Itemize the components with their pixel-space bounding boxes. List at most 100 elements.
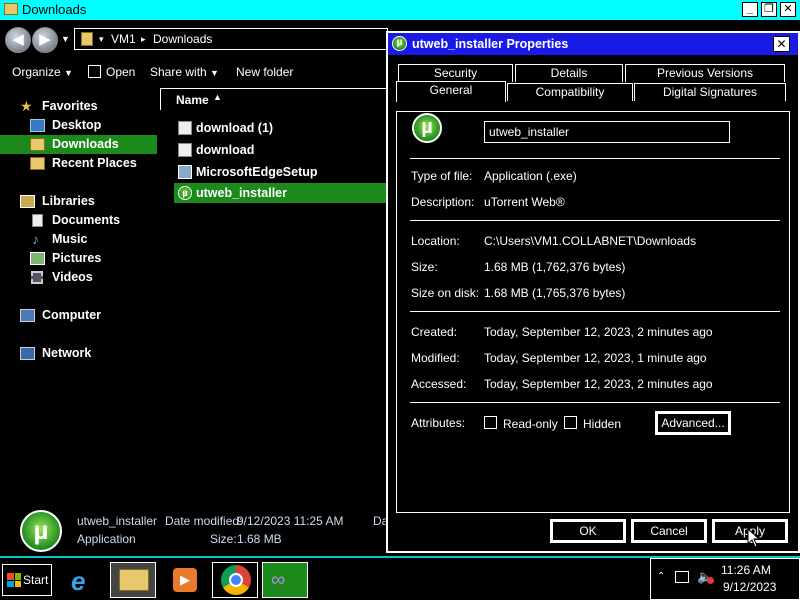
sort-ascending-icon: ▲ [213, 92, 222, 102]
details-size-value: 1.68 MB [237, 532, 282, 546]
file-name: download (1) [196, 121, 274, 135]
close-icon[interactable]: ✕ [773, 36, 790, 52]
separator [410, 402, 780, 403]
cancel-button[interactable]: Cancel [630, 518, 708, 544]
videos-icon [31, 271, 43, 284]
read-only-checkbox[interactable] [484, 416, 497, 429]
organize-button[interactable]: Organize ▼ [12, 65, 73, 79]
utorrent-icon: µ [178, 186, 192, 200]
sidebar-item-music[interactable]: ♪ Music [28, 230, 158, 249]
read-only-label[interactable]: Read-only [503, 417, 558, 431]
internet-explorer-icon[interactable]: e [62, 562, 108, 598]
details-size-label: Size: [210, 532, 237, 546]
advanced-button[interactable]: Advanced... [654, 410, 732, 436]
sidebar-item-videos[interactable]: Videos [28, 268, 158, 287]
explorer-title-bar[interactable]: Downloads _ ❐ ✕ [0, 0, 800, 20]
tab-security[interactable]: Security [398, 64, 513, 82]
command-bar: Organize ▼ Open Share with ▼ New folder [0, 60, 390, 84]
clock-time[interactable]: 11:26 AM [721, 563, 771, 577]
sidebar-item-label: Computer [42, 308, 102, 322]
properties-dialog: µ utweb_installer Properties ✕ Security … [386, 31, 800, 553]
size-value: 1.68 MB (1,762,376 bytes) [484, 260, 626, 274]
tab-compatibility[interactable]: Compatibility [507, 83, 633, 101]
chrome-icon[interactable] [212, 562, 258, 598]
hidden-checkbox[interactable] [564, 416, 577, 429]
close-button[interactable]: ✕ [780, 2, 796, 17]
separator [410, 220, 780, 221]
downloads-folder-icon [30, 138, 45, 151]
tab-general[interactable]: General [396, 81, 506, 102]
sidebar-item-label: Recent Places [52, 156, 137, 170]
file-row-selected[interactable]: µ utweb_installer [174, 183, 386, 203]
accessed-label: Accessed: [411, 377, 467, 391]
file-row[interactable]: download [174, 140, 386, 160]
sidebar-item-documents[interactable]: Documents [28, 211, 158, 230]
open-button[interactable]: Open [106, 65, 135, 79]
dialog-title-bar[interactable]: µ utweb_installer Properties ✕ [388, 33, 798, 55]
sidebar-item-label: Network [42, 346, 92, 360]
file-row[interactable]: download (1) [174, 118, 386, 138]
back-arrow-icon[interactable]: ◀ [5, 27, 31, 53]
sidebar-item-label: Downloads [52, 137, 119, 151]
media-player-icon[interactable]: ▶ [160, 562, 206, 598]
new-folder-button[interactable]: New folder [236, 65, 293, 79]
size-on-disk-label: Size on disk: [411, 286, 480, 300]
column-header-name[interactable]: Name ▲ [160, 88, 388, 110]
start-button[interactable]: Start [2, 564, 52, 596]
ok-button[interactable]: OK [549, 518, 627, 544]
sidebar-item-computer[interactable]: Computer [18, 306, 158, 325]
chevron-down-icon: ▼ [64, 68, 73, 78]
document-icon [178, 143, 192, 157]
details-file-name: utweb_installer [77, 514, 158, 528]
installer-icon [178, 165, 192, 179]
maximize-button[interactable]: ❐ [761, 2, 777, 17]
action-center-icon[interactable] [675, 571, 689, 583]
clock-date[interactable]: 9/12/2023 [723, 580, 776, 594]
mouse-cursor-icon [747, 528, 761, 548]
sidebar-item-network[interactable]: Network [18, 344, 158, 363]
tab-digital-signatures[interactable]: Digital Signatures [634, 83, 786, 101]
sidebar-item-recent-places[interactable]: Recent Places [28, 154, 158, 173]
file-name-input[interactable]: utweb_installer [484, 121, 730, 143]
muted-badge-icon [707, 577, 714, 584]
forward-arrow-icon[interactable]: ▶ [32, 27, 58, 53]
sidebar-item-label: Videos [52, 270, 93, 284]
hidden-label[interactable]: Hidden [583, 417, 621, 431]
tab-details[interactable]: Details [515, 64, 623, 82]
breadcrumb-item[interactable]: Downloads [153, 32, 212, 46]
windows-logo-icon [7, 573, 21, 587]
utorrent-icon: µ [392, 36, 407, 51]
pictures-icon [30, 252, 45, 265]
location-label: Location: [411, 234, 460, 248]
sidebar-item-libraries[interactable]: Libraries [18, 192, 158, 211]
breadcrumb-item[interactable]: VM1 [111, 32, 136, 46]
size-on-disk-value: 1.68 MB (1,765,376 bytes) [484, 286, 626, 300]
breadcrumb-separator-icon: ▸ [141, 34, 146, 44]
sidebar-item-desktop[interactable]: Desktop [28, 116, 158, 135]
show-hidden-icons-icon[interactable]: ⌃ [657, 571, 665, 582]
utorrent-icon: µ [412, 113, 442, 143]
star-icon: ★ [20, 98, 33, 114]
details-date-label: Date modified: [165, 514, 243, 528]
file-name: utweb_installer [196, 186, 287, 200]
address-bar[interactable]: ▾ VM1 ▸ Downloads [74, 28, 388, 50]
sidebar-item-pictures[interactable]: Pictures [28, 249, 158, 268]
file-name: MicrosoftEdgeSetup [196, 165, 318, 179]
file-row[interactable]: MicrosoftEdgeSetup [174, 162, 386, 182]
breadcrumb-separator-icon: ▾ [99, 34, 104, 44]
tab-previous-versions[interactable]: Previous Versions [625, 64, 785, 82]
visual-studio-icon[interactable]: ∞ [262, 562, 308, 598]
sidebar-item-label: Libraries [42, 194, 95, 208]
share-with-button[interactable]: Share with ▼ [150, 65, 219, 79]
separator [410, 311, 780, 312]
minimize-button[interactable]: _ [742, 2, 758, 17]
file-explorer-icon[interactable] [110, 562, 156, 598]
network-icon [20, 347, 35, 360]
sidebar-item-favorites[interactable]: ★ Favorites [18, 97, 158, 116]
explorer-title: Downloads [22, 2, 87, 17]
sidebar-item-downloads[interactable]: Downloads [0, 135, 157, 154]
music-note-icon: ♪ [32, 231, 39, 247]
type-of-file-value: Application (.exe) [484, 169, 577, 183]
history-dropdown-icon[interactable]: ▼ [61, 34, 70, 44]
open-icon [88, 65, 101, 78]
